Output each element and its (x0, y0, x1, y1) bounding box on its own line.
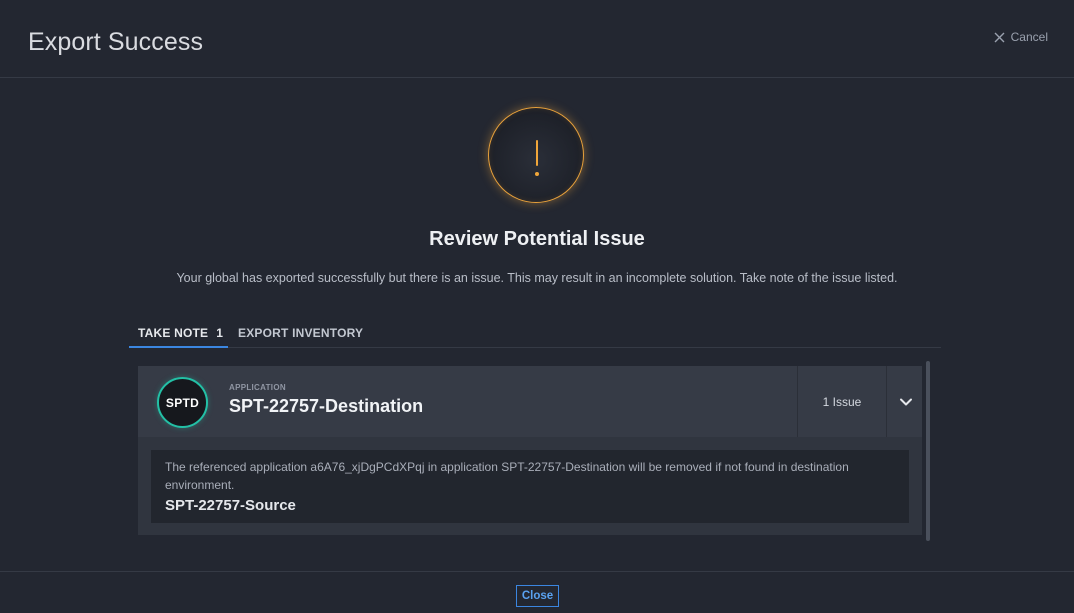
chevron-down-icon[interactable] (898, 395, 914, 409)
cancel-button[interactable]: Cancel (994, 30, 1048, 44)
status-message: Your global has exported successfully bu… (176, 271, 898, 285)
tab-take-note-count: 1 (216, 326, 224, 340)
dialog-title: Export Success (28, 28, 204, 56)
close-button[interactable]: Close (516, 585, 559, 607)
list-scrollbar[interactable] (926, 361, 930, 541)
issue-detail: The referenced application a6A76_xjDgPCd… (151, 450, 909, 523)
application-type-label: APPLICATION (229, 383, 286, 392)
tab-export-inventory[interactable]: EXPORT INVENTORY (238, 318, 363, 348)
issue-count: 1 Issue (797, 366, 887, 437)
warning-exclamation-icon (488, 107, 584, 203)
dialog-footer: Close (0, 571, 1074, 613)
close-icon (994, 32, 1005, 42)
cancel-label: Cancel (1010, 30, 1048, 44)
application-name: SPT-22757-Destination (229, 396, 424, 416)
tab-take-note-label: TAKE NOTE (138, 326, 209, 340)
application-avatar: SPTD (157, 377, 208, 428)
issue-detail-text: The referenced application a6A76_xjDgPCd… (165, 460, 849, 492)
issue-card: SPTD APPLICATION SPT-22757-Destination 1… (138, 366, 922, 535)
tab-bar: TAKE NOTE 1 EXPORT INVENTORY (129, 318, 941, 348)
issue-detail-source: SPT-22757-Source (165, 497, 296, 514)
status-heading: Review Potential Issue (429, 228, 645, 250)
tab-take-note[interactable]: TAKE NOTE 1 (129, 318, 228, 348)
tab-export-inventory-label: EXPORT INVENTORY (238, 326, 364, 340)
export-success-dialog: Export Success Cancel Review Potential I… (0, 0, 1074, 613)
issue-card-header[interactable]: SPTD APPLICATION SPT-22757-Destination 1… (138, 366, 922, 437)
dialog-header: Export Success Cancel (0, 0, 1074, 78)
